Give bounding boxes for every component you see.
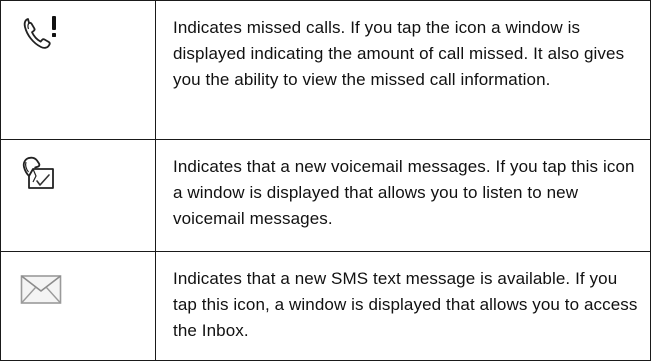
description-cell: Indicates that a new SMS text message is… [155,251,651,361]
description-cell: Indicates missed calls. If you tap the i… [155,0,651,140]
sms-description: Indicates that a new SMS text message is… [173,269,638,340]
voicemail-description: Indicates that a new voicemail messages.… [173,157,635,228]
icon-cell [0,139,156,252]
missed-call-description: Indicates missed calls. If you tap the i… [173,18,625,89]
icon-cell [0,0,156,140]
icon-cell [0,251,156,361]
table-row: Indicates that a new voicemail messages.… [0,139,651,252]
table-row: Indicates that a new SMS text message is… [0,251,651,361]
icon-reference-table: Indicates missed calls. If you tap the i… [0,0,651,361]
table-row: Indicates missed calls. If you tap the i… [0,0,651,140]
description-cell: Indicates that a new voicemail messages.… [155,139,651,252]
missed-call-icon [23,16,56,49]
sms-message-icon [20,275,62,304]
voicemail-icon [22,156,54,189]
